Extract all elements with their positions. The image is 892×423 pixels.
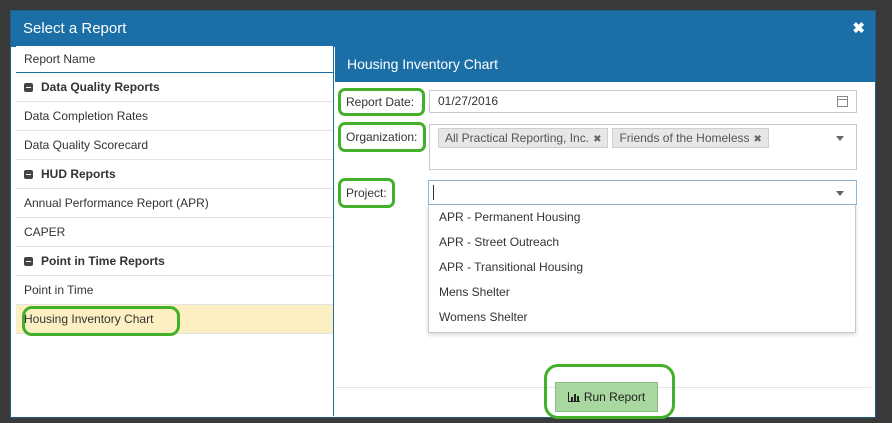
- project-label: Project:: [338, 178, 395, 208]
- panel-title: Housing Inventory Chart: [335, 46, 875, 82]
- report-item-label: Housing Inventory Chart: [24, 312, 154, 326]
- chevron-down-icon[interactable]: [836, 191, 844, 196]
- project-select-input[interactable]: [428, 180, 857, 205]
- chevron-down-icon[interactable]: [836, 136, 844, 141]
- group-hud-reports[interactable]: HUD Reports: [16, 160, 333, 189]
- text-cursor: [433, 185, 434, 200]
- group-label: HUD Reports: [41, 167, 116, 181]
- project-option[interactable]: APR - Permanent Housing: [429, 205, 855, 230]
- report-list-header: Report Name: [16, 46, 333, 73]
- report-item-data-completion-rates[interactable]: Data Completion Rates: [16, 102, 333, 131]
- report-item-point-in-time[interactable]: Point in Time: [16, 276, 333, 305]
- organization-multiselect[interactable]: All Practical Reporting, Inc. ✖ Friends of…: [429, 124, 857, 170]
- tag-label: Friends of the Homeless: [619, 131, 750, 145]
- project-option[interactable]: Womens Shelter: [429, 305, 855, 330]
- group-label: Point in Time Reports: [41, 254, 165, 268]
- report-date-field[interactable]: 01/27/2016: [429, 90, 857, 113]
- remove-tag-icon[interactable]: ✖: [754, 134, 762, 145]
- project-dropdown: APR - Permanent Housing APR - Street Out…: [428, 205, 856, 333]
- project-option[interactable]: APR - Street Outreach: [429, 230, 855, 255]
- project-option[interactable]: APR - Transitional Housing: [429, 255, 855, 280]
- organization-tag: All Practical Reporting, Inc. ✖: [438, 128, 609, 148]
- close-icon[interactable]: ✖: [852, 19, 865, 37]
- group-data-quality-reports[interactable]: Data Quality Reports: [16, 73, 333, 102]
- organization-tag: Friends of the Homeless ✖: [612, 128, 769, 148]
- report-item-caper[interactable]: CAPER: [16, 218, 333, 247]
- report-list-panel: Report Name Data Quality Reports Data Co…: [16, 46, 334, 416]
- report-date-label: Report Date:: [338, 88, 425, 116]
- modal-header: Select a Report ✖: [11, 11, 875, 47]
- project-option[interactable]: Mens Shelter: [429, 280, 855, 305]
- tag-label: All Practical Reporting, Inc.: [445, 131, 590, 145]
- report-item-housing-inventory-chart[interactable]: Housing Inventory Chart: [16, 305, 333, 336]
- group-label: Data Quality Reports: [41, 80, 160, 94]
- run-report-button[interactable]: Run Report: [555, 382, 658, 412]
- bar-chart-icon: [567, 392, 580, 402]
- report-date-value: 01/27/2016: [438, 94, 499, 108]
- collapse-icon[interactable]: [24, 257, 33, 267]
- report-item-apr[interactable]: Annual Performance Report (APR): [16, 189, 333, 218]
- collapse-icon[interactable]: [24, 170, 33, 180]
- modal-title: Select a Report: [23, 20, 127, 37]
- group-point-in-time-reports[interactable]: Point in Time Reports: [16, 247, 333, 276]
- calendar-icon[interactable]: [837, 96, 848, 107]
- organization-label: Organization:: [338, 122, 426, 152]
- report-item-data-quality-scorecard[interactable]: Data Quality Scorecard: [16, 131, 333, 160]
- run-report-label: Run Report: [583, 390, 646, 404]
- remove-tag-icon[interactable]: ✖: [593, 134, 601, 145]
- collapse-icon[interactable]: [24, 83, 33, 93]
